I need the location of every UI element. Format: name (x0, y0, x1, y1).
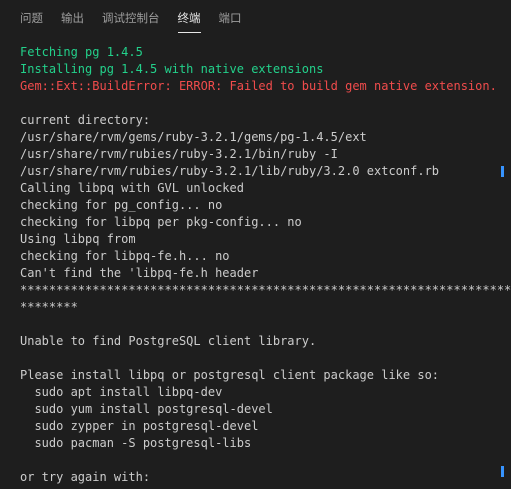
terminal-line: sudo pacman -S postgresql-libs (20, 436, 252, 450)
terminal-line: Using libpq from (20, 232, 136, 246)
terminal-output[interactable]: Fetching pg 1.4.5 Installing pg 1.4.5 wit… (0, 34, 511, 489)
terminal-line: Installing pg 1.4.5 with native extensio… (20, 62, 324, 76)
terminal-lines: Fetching pg 1.4.5 Installing pg 1.4.5 wit… (20, 44, 511, 486)
terminal-line: ******** (20, 300, 78, 314)
terminal-line: checking for libpq-fe.h... no (20, 249, 230, 263)
terminal-line: Gem::Ext::BuildError: ERROR: Failed to b… (20, 79, 497, 93)
terminal-line: Please install libpq or postgresql clien… (20, 368, 440, 382)
terminal-line: /usr/share/rvm/rubies/ruby-3.2.1/lib/rub… (20, 164, 440, 178)
panel-tab-bar: 问题 输出 调试控制台 终端 端口 (0, 0, 511, 34)
terminal-line: Can't find the 'libpq-fe.h header (20, 266, 259, 280)
tab-ports[interactable]: 端口 (210, 0, 251, 34)
terminal-line: or try again with: (20, 470, 151, 484)
terminal-line: sudo yum install postgresql-devel (20, 402, 273, 416)
terminal-line: checking for pg_config... no (20, 198, 223, 212)
terminal-line: sudo apt install libpq-dev (20, 385, 223, 399)
tab-terminal[interactable]: 终端 (169, 0, 210, 34)
terminal-line: ****************************************… (20, 283, 511, 297)
tab-output[interactable]: 输出 (52, 0, 93, 34)
scrollbar-marker (501, 166, 504, 177)
terminal-line: /usr/share/rvm/rubies/ruby-3.2.1/bin/rub… (20, 147, 338, 161)
terminal-line: /usr/share/rvm/gems/ruby-3.2.1/gems/pg-1… (20, 130, 367, 144)
terminal-line: Unable to find PostgreSQL client library… (20, 334, 317, 348)
scrollbar-marker (501, 466, 504, 477)
tab-debug-console[interactable]: 调试控制台 (93, 0, 169, 34)
terminal-line: Fetching pg 1.4.5 (20, 45, 143, 59)
terminal-line: sudo zypper in postgresql-devel (20, 419, 259, 433)
terminal-scrollbar[interactable] (497, 34, 511, 489)
terminal-line: checking for libpq per pkg-config... no (20, 215, 302, 229)
tab-problems[interactable]: 问题 (0, 0, 52, 34)
terminal-line: current directory: (20, 113, 151, 127)
terminal-line: Calling libpq with GVL unlocked (20, 181, 244, 195)
